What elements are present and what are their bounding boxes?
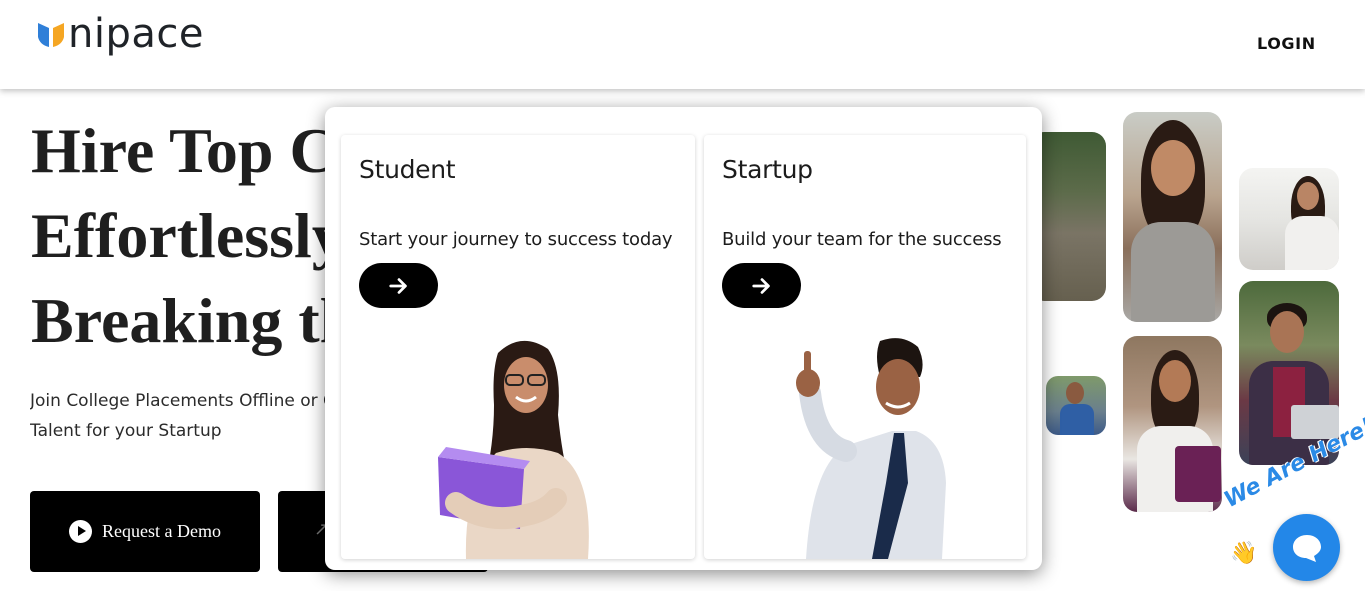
request-demo-label: Request a Demo [102, 521, 221, 541]
collage-photo [1123, 112, 1222, 322]
hero-title: Hire Top C Effortlessly Breaking th [31, 108, 361, 363]
logo-icon [36, 17, 66, 51]
hero-title-line: Hire Top C [31, 115, 336, 186]
login-link[interactable]: LOGIN [1257, 34, 1316, 53]
student-continue-button[interactable] [359, 263, 438, 308]
startup-card-title: Startup [722, 155, 813, 184]
user-type-modal: Student Start your journey to success to… [325, 107, 1042, 570]
startup-continue-button[interactable] [722, 263, 801, 308]
chat-icon [1292, 534, 1321, 562]
chat-launcher-button[interactable] [1273, 514, 1340, 581]
startup-card-description: Build your team for the success [722, 229, 1002, 250]
startup-illustration [776, 333, 956, 559]
student-card[interactable]: Student Start your journey to success to… [341, 135, 695, 559]
hero-title-line: Effortlessly [31, 200, 344, 271]
arrow-right-icon [388, 277, 407, 294]
logo[interactable]: nipace [36, 14, 204, 54]
student-card-title: Student [359, 155, 456, 184]
arrow-right-icon [751, 277, 770, 294]
collage-photo [1123, 336, 1222, 512]
startup-card[interactable]: Startup Build your team for the success [704, 135, 1026, 559]
logo-text: nipace [68, 11, 204, 57]
student-card-description: Start your journey to success today [359, 229, 673, 250]
wave-hand-icon: 👋 [1230, 540, 1258, 565]
play-icon [69, 520, 93, 543]
site-header: nipace LOGIN [0, 0, 1365, 89]
request-demo-button[interactable]: Request a Demo [30, 491, 260, 572]
hero-subtitle-line: Talent for your Startup [30, 421, 222, 441]
collage-photo [1046, 376, 1106, 435]
hero-subtitle-line: Join College Placements Offline or O [30, 391, 330, 411]
student-illustration [436, 335, 606, 559]
hero-title-line: Breaking th [31, 285, 356, 356]
hero-subtitle: Join College Placements Offline or O Tal… [30, 386, 330, 446]
collage-photo [1239, 168, 1339, 270]
